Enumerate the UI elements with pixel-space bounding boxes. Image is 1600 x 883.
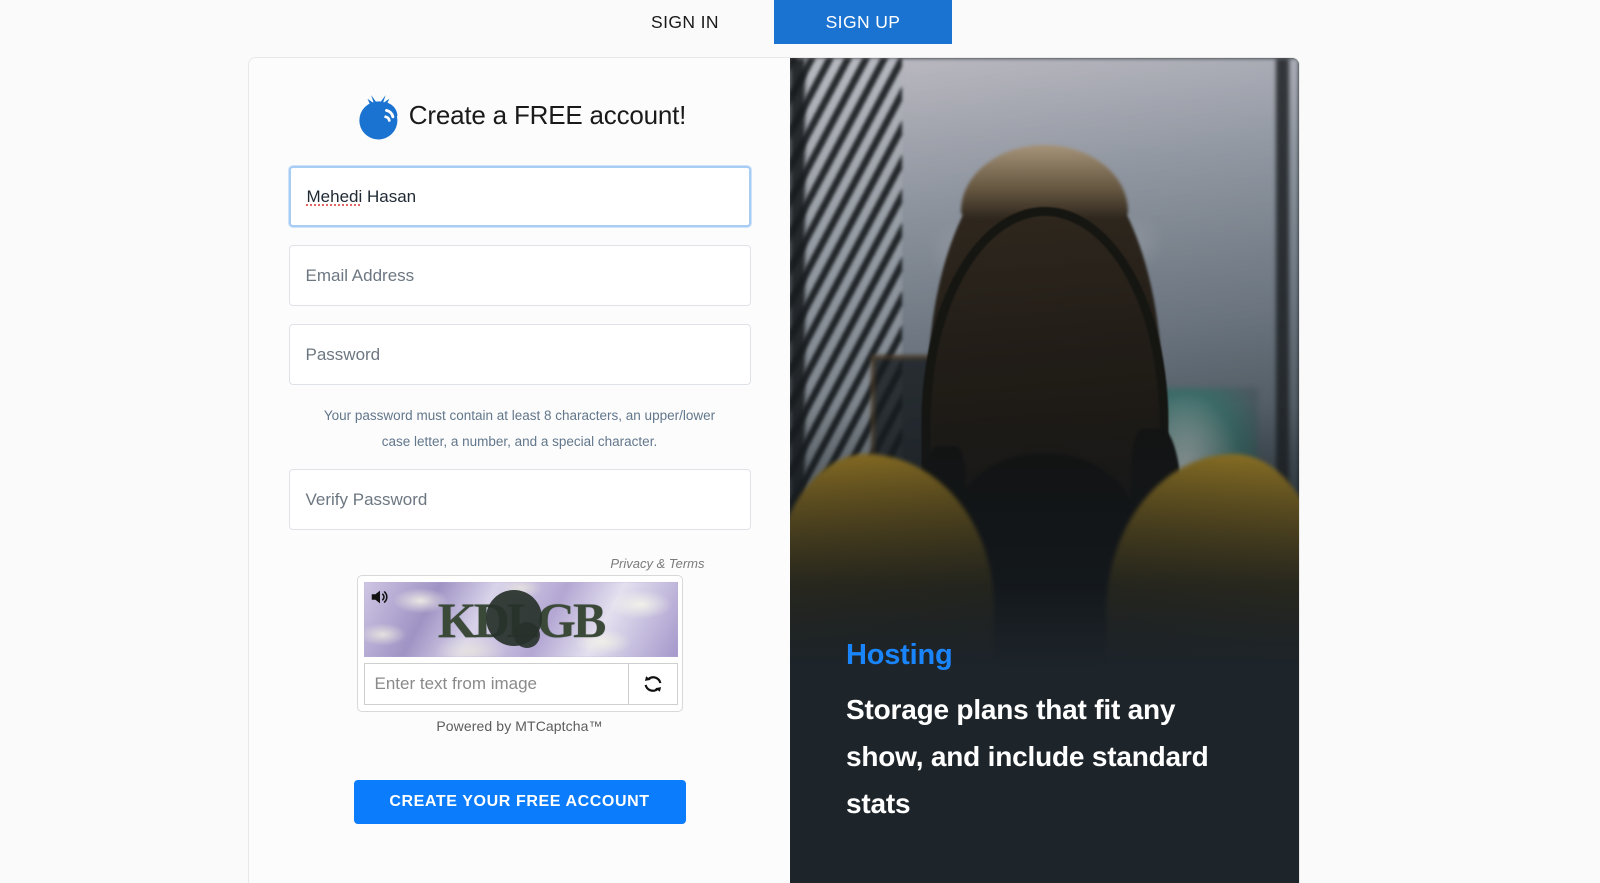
captcha-box: KDLGB Enter text from image (356, 575, 683, 712)
create-account-button[interactable]: CREATE YOUR FREE ACCOUNT (353, 780, 686, 824)
verify-password-placeholder: Verify Password (305, 489, 428, 509)
full-name-value-first: Mehedi (306, 186, 363, 206)
promo-headline: Storage plans that fit any show, and inc… (846, 694, 1209, 819)
tab-sign-in[interactable]: SIGN IN (596, 0, 774, 44)
captcha-input-row: Enter text from image (363, 663, 678, 705)
captcha-input[interactable]: Enter text from image (365, 664, 628, 704)
signup-card: Create a FREE account! Mehedi Hasan Emai… (248, 57, 1300, 883)
email-placeholder: Email Address (305, 265, 415, 285)
captcha-input-placeholder: Enter text from image (374, 674, 538, 693)
full-name-value-last: Hasan (362, 186, 417, 206)
promo-panel: Hosting Storage plans that fit any show,… (790, 58, 1299, 883)
promo-kicker: Hosting (846, 639, 953, 671)
password-requirements-hint: Your password must contain at least 8 ch… (323, 408, 716, 449)
brand-header: Create a FREE account! (249, 86, 790, 144)
signup-fields: Mehedi Hasan Email Address Password Your… (288, 144, 751, 530)
privacy-terms-link[interactable]: Privacy & Terms (289, 556, 751, 571)
signup-form-panel: Create a FREE account! Mehedi Hasan Emai… (249, 58, 790, 883)
auth-tabs: SIGN IN SIGN UP (248, 0, 1300, 57)
password-placeholder: Password (305, 344, 381, 364)
page-title: Create a FREE account! (408, 99, 687, 130)
promo-text: Hosting Storage plans that fit any show,… (846, 639, 1251, 827)
captcha-powered-by: Powered by MTCaptcha™ (436, 718, 603, 734)
full-name-field[interactable]: Mehedi Hasan (288, 166, 751, 227)
captcha-widget: Privacy & Terms KDLGB Enter text from (289, 556, 751, 734)
email-field[interactable]: Email Address (288, 245, 751, 306)
speaker-icon[interactable] (368, 586, 392, 608)
refresh-icon (644, 676, 661, 692)
blueberry-podcast-icon (359, 95, 398, 140)
tab-sign-up[interactable]: SIGN UP (774, 0, 952, 44)
password-field[interactable]: Password (288, 324, 751, 385)
verify-password-field[interactable]: Verify Password (288, 469, 751, 530)
captcha-noise-blob-small (513, 622, 540, 648)
captcha-refresh-button[interactable] (627, 664, 677, 704)
captcha-image: KDLGB (363, 582, 678, 657)
